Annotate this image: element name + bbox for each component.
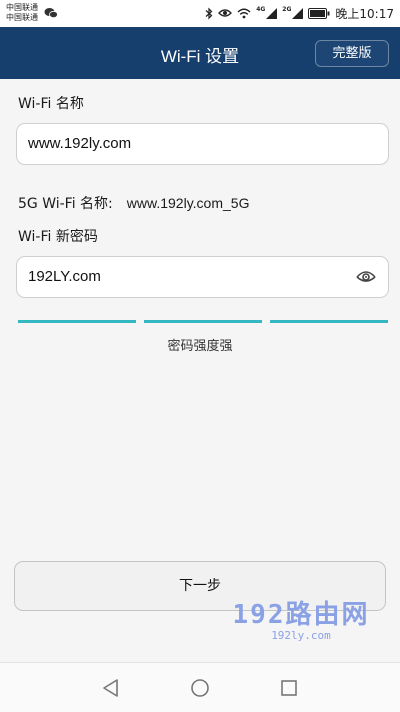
eye-comfort-icon: [218, 9, 233, 17]
watermark-domain-text: 192ly.com: [271, 629, 331, 642]
cell-signal-2-icon: [292, 7, 304, 19]
wifi-name-input[interactable]: www.192ly.com: [16, 123, 389, 165]
status-icons: 4G 2G 晚上10:17: [205, 5, 394, 21]
clock-label: 晚上10:17: [335, 6, 394, 21]
recent-apps-icon[interactable]: [279, 678, 299, 698]
bluetooth-icon: [205, 7, 213, 19]
system-nav-bar: [0, 662, 400, 712]
app-header: Wi-Fi 设置 完整版: [0, 27, 400, 79]
password-strength-text: 密码强度强: [167, 339, 233, 354]
wifi-password-input[interactable]: 192LY.com: [16, 256, 389, 298]
wifi-signal-icon: [237, 8, 251, 18]
network-type-1-label: 4G: [256, 5, 266, 13]
carrier-1-label: 中国联通: [6, 3, 38, 12]
cell-signal-1-icon: [266, 7, 278, 19]
status-bar: 中国联通 中国联通 4G 2G 晚上10:17: [0, 0, 400, 27]
show-password-eye-icon[interactable]: [356, 268, 376, 286]
strength-bar-segment-1: [18, 320, 136, 323]
home-icon[interactable]: [190, 678, 210, 698]
carrier-2-label: 中国联通: [6, 13, 38, 22]
site-watermark: 192路由网 192ly.com: [226, 600, 376, 642]
network-type-2-label: 2G: [282, 5, 292, 13]
full-version-button[interactable]: 完整版: [315, 40, 389, 67]
strength-bar-segment-2: [144, 320, 262, 323]
carrier-info: 中国联通 中国联通: [6, 3, 38, 23]
battery-icon: [308, 7, 330, 19]
wifi-5g-name-row: 5G Wi-Fi 名称: www.192ly.com_5G: [18, 193, 249, 213]
wifi-password-value: 192LY.com: [28, 268, 101, 285]
wifi-5g-name-value: www.192ly.com_5G: [126, 195, 250, 211]
wifi-name-label: Wi-Fi 名称: [18, 96, 84, 112]
strength-bar-segment-3: [270, 320, 388, 323]
watermark-main-text: 192路由网: [232, 600, 370, 630]
wechat-icon: [44, 8, 58, 19]
wifi-5g-name-label: 5G Wi-Fi 名称:: [18, 196, 113, 212]
wifi-password-label: Wi-Fi 新密码: [18, 229, 98, 245]
back-icon[interactable]: [101, 678, 121, 698]
